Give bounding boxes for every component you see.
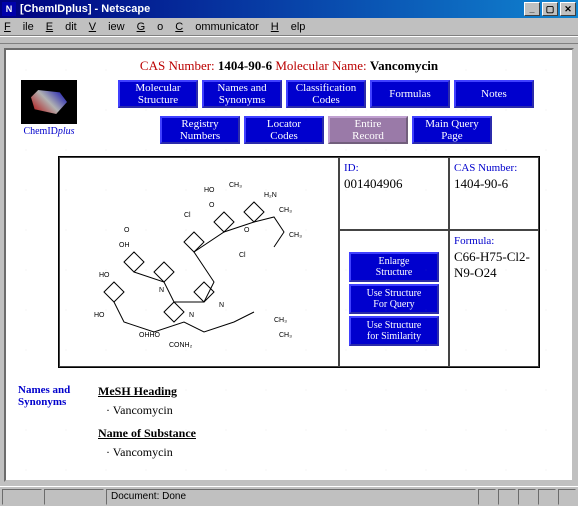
id-value: 001404906: [344, 174, 444, 192]
nav-buttons: Molecular Structure Names and Synonyms C…: [84, 80, 564, 144]
menu-communicator[interactable]: Communicator: [175, 21, 259, 33]
cas-label: CAS Number:: [140, 58, 215, 73]
component-bar: [478, 489, 576, 505]
svg-text:CONH₂: CONH₂: [169, 342, 193, 349]
svg-text:N: N: [159, 287, 164, 294]
record-header: CAS Number: 1404-90-6 Molecular Name: Va…: [8, 52, 570, 80]
names-synonyms-section: Names and Synonyms MeSH Heading · Vancom…: [8, 376, 570, 476]
svg-text:H₂N: H₂N: [264, 192, 277, 199]
id-cell: ID: 001404906: [339, 157, 449, 230]
name-substance-heading: Name of Substance: [98, 426, 560, 441]
addressbook-icon[interactable]: [538, 489, 556, 505]
svg-text:Cl: Cl: [184, 212, 191, 219]
logo-box: ChemIDplus: [14, 80, 84, 137]
nav-classification-codes[interactable]: Classification Codes: [286, 80, 366, 108]
mesh-heading: MeSH Heading: [98, 384, 560, 399]
svg-text:O: O: [209, 202, 215, 209]
record-grid: OHHOHO OHHOHOCH₃ H₂NCH₃CH₃ ClClCONH₂ CH₃…: [58, 156, 540, 368]
synonyms-body: MeSH Heading · Vancomycin Name of Substa…: [98, 384, 560, 468]
menu-edit[interactable]: Edit: [46, 21, 77, 33]
menu-file[interactable]: File: [4, 21, 34, 33]
cas-number-label: CAS Number:: [454, 162, 534, 174]
svg-text:CH₃: CH₃: [289, 232, 302, 239]
structure-cell: OHHOHO OHHOHOCH₃ H₂NCH₃CH₃ ClClCONH₂ CH₃…: [59, 157, 339, 367]
nav-formulas[interactable]: Formulas: [370, 80, 450, 108]
svg-text:Cl: Cl: [239, 252, 246, 259]
cas-value: 1404-90-6: [218, 58, 272, 73]
svg-text:CH₃: CH₃: [279, 332, 292, 339]
newsgroups-icon[interactable]: [518, 489, 536, 505]
status-progress: [44, 489, 104, 505]
app-icon: N: [2, 2, 16, 16]
nav-locator-codes[interactable]: Locator Codes: [244, 116, 324, 144]
actions-cell: Enlarge Structure Use Structure For Quer…: [339, 230, 449, 367]
list-item: · Vancomycin: [106, 445, 560, 460]
nav-area: ChemIDplus Molecular Structure Names and…: [8, 80, 570, 144]
window-titlebar: N [ChemIDplus] - Netscape _ ▢ ✕: [0, 0, 578, 18]
menu-go[interactable]: Go: [137, 21, 164, 33]
svg-text:O: O: [244, 227, 250, 234]
menu-view[interactable]: View: [89, 21, 125, 33]
nav-molecular-structure[interactable]: Molecular Structure: [118, 80, 198, 108]
formula-label: Formula:: [454, 235, 534, 247]
menu-help[interactable]: Help: [271, 21, 306, 33]
maximize-button[interactable]: ▢: [542, 2, 558, 16]
svg-text:O: O: [124, 227, 130, 234]
svg-text:CH₃: CH₃: [279, 207, 292, 214]
svg-text:N: N: [189, 312, 194, 319]
cas-cell: CAS Number: 1404-90-6: [449, 157, 539, 230]
svg-text:OH: OH: [119, 242, 130, 249]
list-item: · Vancomycin: [106, 403, 560, 418]
svg-text:N: N: [219, 302, 224, 309]
chemidplus-logo-icon[interactable]: [21, 80, 77, 124]
composer-icon[interactable]: [558, 489, 576, 505]
nav-main-query[interactable]: Main Query Page: [412, 116, 492, 144]
nav-names-synonyms[interactable]: Names and Synonyms: [202, 80, 282, 108]
use-structure-query-button[interactable]: Use Structure For Query: [349, 284, 439, 314]
inbox-icon[interactable]: [498, 489, 516, 505]
navigator-icon[interactable]: [478, 489, 496, 505]
svg-text:OHHO: OHHO: [139, 332, 161, 339]
cas-number-value: 1404-90-6: [454, 174, 534, 192]
synonyms-section-label: Names and Synonyms: [18, 384, 98, 468]
nav-notes[interactable]: Notes: [454, 80, 534, 108]
close-button[interactable]: ✕: [560, 2, 576, 16]
nav-registry-numbers[interactable]: Registry Numbers: [160, 116, 240, 144]
page-content: CAS Number: 1404-90-6 Molecular Name: Va…: [4, 48, 574, 482]
status-security-icon[interactable]: [2, 489, 42, 505]
minimize-button[interactable]: _: [524, 2, 540, 16]
svg-text:HO: HO: [99, 272, 110, 279]
use-structure-similarity-button[interactable]: Use Structure for Similarity: [349, 316, 439, 346]
svg-text:HO: HO: [94, 312, 105, 319]
menu-bar: File Edit View Go Communicator Help: [0, 18, 578, 36]
formula-value: C66-H75-Cl2-N9-O24: [454, 247, 534, 281]
toolbar-strip: [0, 36, 578, 44]
formula-cell: Formula: C66-H75-Cl2-N9-O24: [449, 230, 539, 367]
svg-text:CH₃: CH₃: [274, 317, 287, 324]
window-title: [ChemIDplus] - Netscape: [20, 3, 150, 15]
status-text: Document: Done: [106, 489, 476, 505]
enlarge-structure-button[interactable]: Enlarge Structure: [349, 252, 439, 282]
nav-entire-record[interactable]: Entire Record: [328, 116, 408, 144]
molecule-structure-icon: OHHOHO OHHOHOCH₃ H₂NCH₃CH₃ ClClCONH₂ CH₃…: [64, 162, 334, 362]
molname-label: Molecular Name:: [275, 58, 366, 73]
logo-text: ChemIDplus: [14, 126, 84, 137]
svg-text:CH₃: CH₃: [229, 182, 242, 189]
status-bar: Document: Done: [0, 486, 578, 506]
molname-value: Vancomycin: [370, 58, 438, 73]
svg-text:HO: HO: [204, 187, 215, 194]
id-label: ID:: [344, 162, 444, 174]
